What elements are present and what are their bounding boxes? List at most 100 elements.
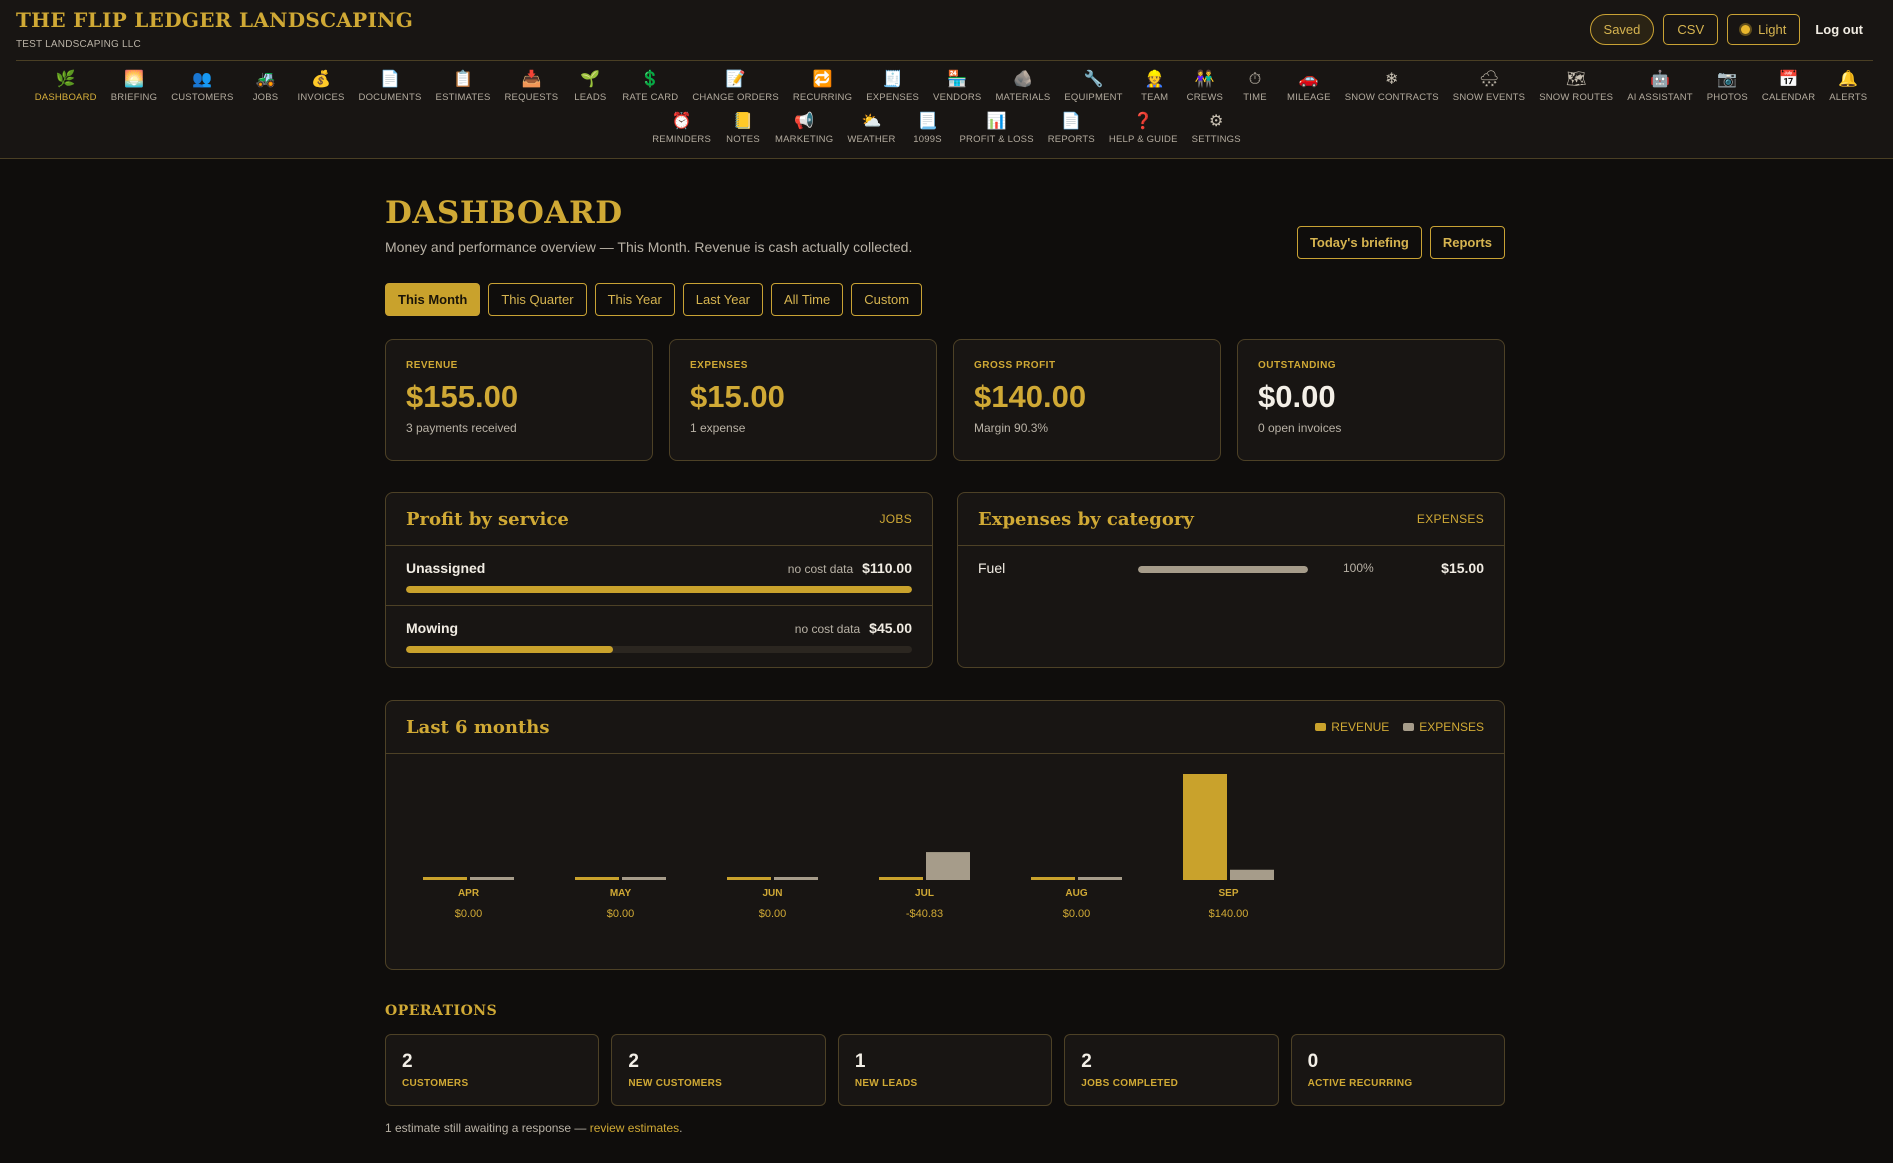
estimates-footnote: 1 estimate still awaiting a response — r… bbox=[385, 1121, 682, 1135]
nav-item-snow-contracts[interactable]: ❄ SNOW CONTRACTS bbox=[1338, 71, 1446, 103]
nav-item-equipment[interactable]: 🔧 EQUIPMENT bbox=[1057, 71, 1129, 103]
nav-item-estimates[interactable]: 📋 ESTIMATES bbox=[429, 71, 498, 103]
ai-assistant-icon: 🤖 bbox=[1650, 71, 1670, 88]
nav-label: PROFIT & LOSS bbox=[959, 134, 1034, 145]
service-name: Unassigned bbox=[406, 560, 486, 576]
nav-label: CUSTOMERS bbox=[171, 92, 234, 103]
nav-item-ai-assistant[interactable]: 🤖 AI ASSISTANT bbox=[1620, 71, 1700, 103]
nav-label: SNOW ROUTES bbox=[1539, 92, 1614, 103]
net-value-label: $0.00 bbox=[607, 908, 635, 920]
operations-card-active-recurring[interactable]: 0 ACTIVE RECURRING bbox=[1290, 1034, 1506, 1106]
period-last-year-button[interactable]: Last Year bbox=[682, 283, 763, 316]
nav-label: SETTINGS bbox=[1191, 134, 1241, 145]
operations-card-new-customers[interactable]: 2 NEW CUSTOMERS bbox=[611, 1034, 826, 1106]
nav-item-crews[interactable]: 👫 CREWS bbox=[1180, 71, 1230, 103]
nav-item-team[interactable]: 👷 TEAM bbox=[1130, 71, 1180, 103]
nav-label: RECURRING bbox=[792, 92, 853, 103]
photos-icon: 📷 bbox=[1717, 71, 1738, 88]
nav-item-dashboard[interactable]: 🌿 DASHBOARD bbox=[28, 71, 104, 103]
period-this-quarter-button[interactable]: This Quarter bbox=[488, 283, 587, 316]
calendar-icon: 📅 bbox=[1778, 71, 1799, 88]
kpi-subtext: 3 payments received bbox=[406, 421, 517, 435]
nav-item-marketing[interactable]: 📢 MARKETING bbox=[768, 113, 840, 145]
kpi-value: $155.00 bbox=[406, 379, 519, 414]
nav-item-jobs[interactable]: 🚜 JOBS bbox=[241, 71, 291, 103]
nav-item-briefing[interactable]: 🌅 BRIEFING bbox=[104, 71, 164, 103]
review-estimates-link[interactable]: review estimates bbox=[590, 1121, 679, 1135]
jobs-icon: 🚜 bbox=[255, 71, 276, 88]
reports-button[interactable]: Reports bbox=[1429, 226, 1505, 259]
nav-item-notes[interactable]: 📒 NOTES bbox=[718, 113, 768, 145]
nav-item-profit-loss[interactable]: 📊 PROFIT & LOSS bbox=[953, 113, 1041, 145]
kpi-card-gross-profit: GROSS PROFIT $140.00 Margin 90.3% bbox=[953, 339, 1221, 461]
app-title[interactable]: THE FLIP LEDGER LANDSCAPING bbox=[16, 8, 413, 32]
nav-label: HELP & GUIDE bbox=[1108, 134, 1178, 145]
service-meta: no cost data $45.00 bbox=[795, 620, 912, 636]
nav-item-snow-events[interactable]: 🌨 SNOW EVENTS bbox=[1446, 71, 1532, 103]
operations-card-new-leads[interactable]: 1 NEW LEADS bbox=[837, 1034, 1053, 1106]
nav-item-time[interactable]: ⏱ TIME bbox=[1230, 71, 1280, 103]
nav-item-1099s[interactable]: 📃 1099S bbox=[903, 113, 953, 145]
settings-icon: ⚙ bbox=[1209, 113, 1224, 130]
nav-item-alerts[interactable]: 🔔 ALERTS bbox=[1822, 71, 1874, 103]
nav-item-settings[interactable]: ⚙ SETTINGS bbox=[1185, 113, 1248, 145]
csv-button[interactable]: CSV bbox=[1663, 14, 1719, 45]
help-guide-icon: ❓ bbox=[1133, 113, 1154, 130]
kpi-subtext: 0 open invoices bbox=[1258, 421, 1342, 435]
x-tick-label: JUN bbox=[762, 888, 782, 899]
bar-revenue-jul bbox=[879, 877, 923, 880]
period-this-year-button[interactable]: This Year bbox=[594, 283, 675, 316]
nav-item-reminders[interactable]: ⏰ REMINDERS bbox=[645, 113, 718, 145]
snow-events-icon: 🌨 bbox=[1478, 71, 1500, 88]
nav-label: DOCUMENTS bbox=[358, 92, 422, 103]
kpi-card-outstanding: OUTSTANDING $0.00 0 open invoices bbox=[1237, 339, 1505, 461]
nav-item-rate-card[interactable]: 💲 RATE CARD bbox=[615, 71, 685, 103]
legend-label: EXPENSES bbox=[1419, 720, 1484, 734]
period-all-time-button[interactable]: All Time bbox=[771, 283, 844, 316]
service-meta: no cost data $110.00 bbox=[788, 560, 912, 576]
nav-item-leads[interactable]: 🌱 LEADS bbox=[565, 71, 615, 103]
crews-icon: 👫 bbox=[1194, 71, 1215, 88]
nav-item-documents[interactable]: 📄 DOCUMENTS bbox=[352, 71, 429, 103]
nav-item-recurring[interactable]: 🔁 RECURRING bbox=[786, 71, 859, 103]
dashboard-icon: 🌿 bbox=[55, 71, 76, 88]
nav-item-change-orders[interactable]: 📝 CHANGE ORDERS bbox=[685, 71, 786, 103]
nav-label: INVOICES bbox=[297, 92, 345, 103]
period-custom-button[interactable]: Custom bbox=[851, 283, 923, 316]
operations-card-jobs-completed[interactable]: 2 JOBS COMPLETED bbox=[1064, 1034, 1279, 1106]
profit-by-service-panel: Profit by service JOBS Unassigned no cost… bbox=[385, 492, 933, 668]
logout-button[interactable]: Log out bbox=[1809, 14, 1869, 45]
nav-label: TIME bbox=[1243, 92, 1267, 103]
nav-item-customers[interactable]: 👥 CUSTOMERS bbox=[164, 71, 240, 103]
nav-item-requests[interactable]: 📥 REQUESTS bbox=[497, 71, 565, 103]
kpi-value: $15.00 bbox=[690, 379, 785, 414]
expenses-link[interactable]: EXPENSES bbox=[1417, 512, 1484, 526]
kpi-subtext: Margin 90.3% bbox=[974, 421, 1049, 435]
period-this-month-button[interactable]: This Month bbox=[385, 283, 481, 316]
bar-revenue-apr bbox=[423, 877, 467, 880]
team-icon: 👷 bbox=[1144, 71, 1165, 88]
brand: THE FLIP LEDGER LANDSCAPING TEST LANDSCA… bbox=[16, 8, 413, 50]
nav-item-vendors[interactable]: 🏪 VENDORS bbox=[926, 71, 988, 103]
nav-item-invoices[interactable]: 💰 INVOICES bbox=[291, 71, 352, 103]
operations-card-customers[interactable]: 2 CUSTOMERS bbox=[385, 1034, 600, 1106]
theme-toggle-button[interactable]: Light bbox=[1727, 14, 1801, 45]
jobs-link[interactable]: JOBS bbox=[879, 512, 912, 526]
todays-briefing-button[interactable]: Today's briefing bbox=[1296, 226, 1422, 259]
net-value-label: $0.00 bbox=[1063, 908, 1091, 920]
nav-label: SNOW CONTRACTS bbox=[1344, 92, 1439, 103]
nav-item-materials[interactable]: 🪨 MATERIALS bbox=[988, 71, 1057, 103]
nav-item-mileage[interactable]: 🚗 MILEAGE bbox=[1280, 71, 1338, 103]
net-value-label: $0.00 bbox=[455, 908, 483, 920]
nav-item-expenses[interactable]: 🧾 EXPENSES bbox=[859, 71, 926, 103]
nav-item-weather[interactable]: ⛅ WEATHER bbox=[840, 113, 902, 145]
nav-item-snow-routes[interactable]: 🗺 SNOW ROUTES bbox=[1532, 71, 1620, 103]
nav-item-reports[interactable]: 📄 REPORTS bbox=[1041, 113, 1102, 145]
nav-item-calendar[interactable]: 📅 CALENDAR bbox=[1755, 71, 1822, 103]
materials-icon: 🪨 bbox=[1012, 71, 1033, 88]
operations-title: OPERATIONS bbox=[385, 1003, 498, 1019]
kpi-label: REVENUE bbox=[406, 360, 458, 371]
nav-item-help-guide[interactable]: ❓ HELP & GUIDE bbox=[1102, 113, 1185, 145]
service-name: Mowing bbox=[406, 620, 459, 636]
nav-item-photos[interactable]: 📷 PHOTOS bbox=[1700, 71, 1755, 103]
